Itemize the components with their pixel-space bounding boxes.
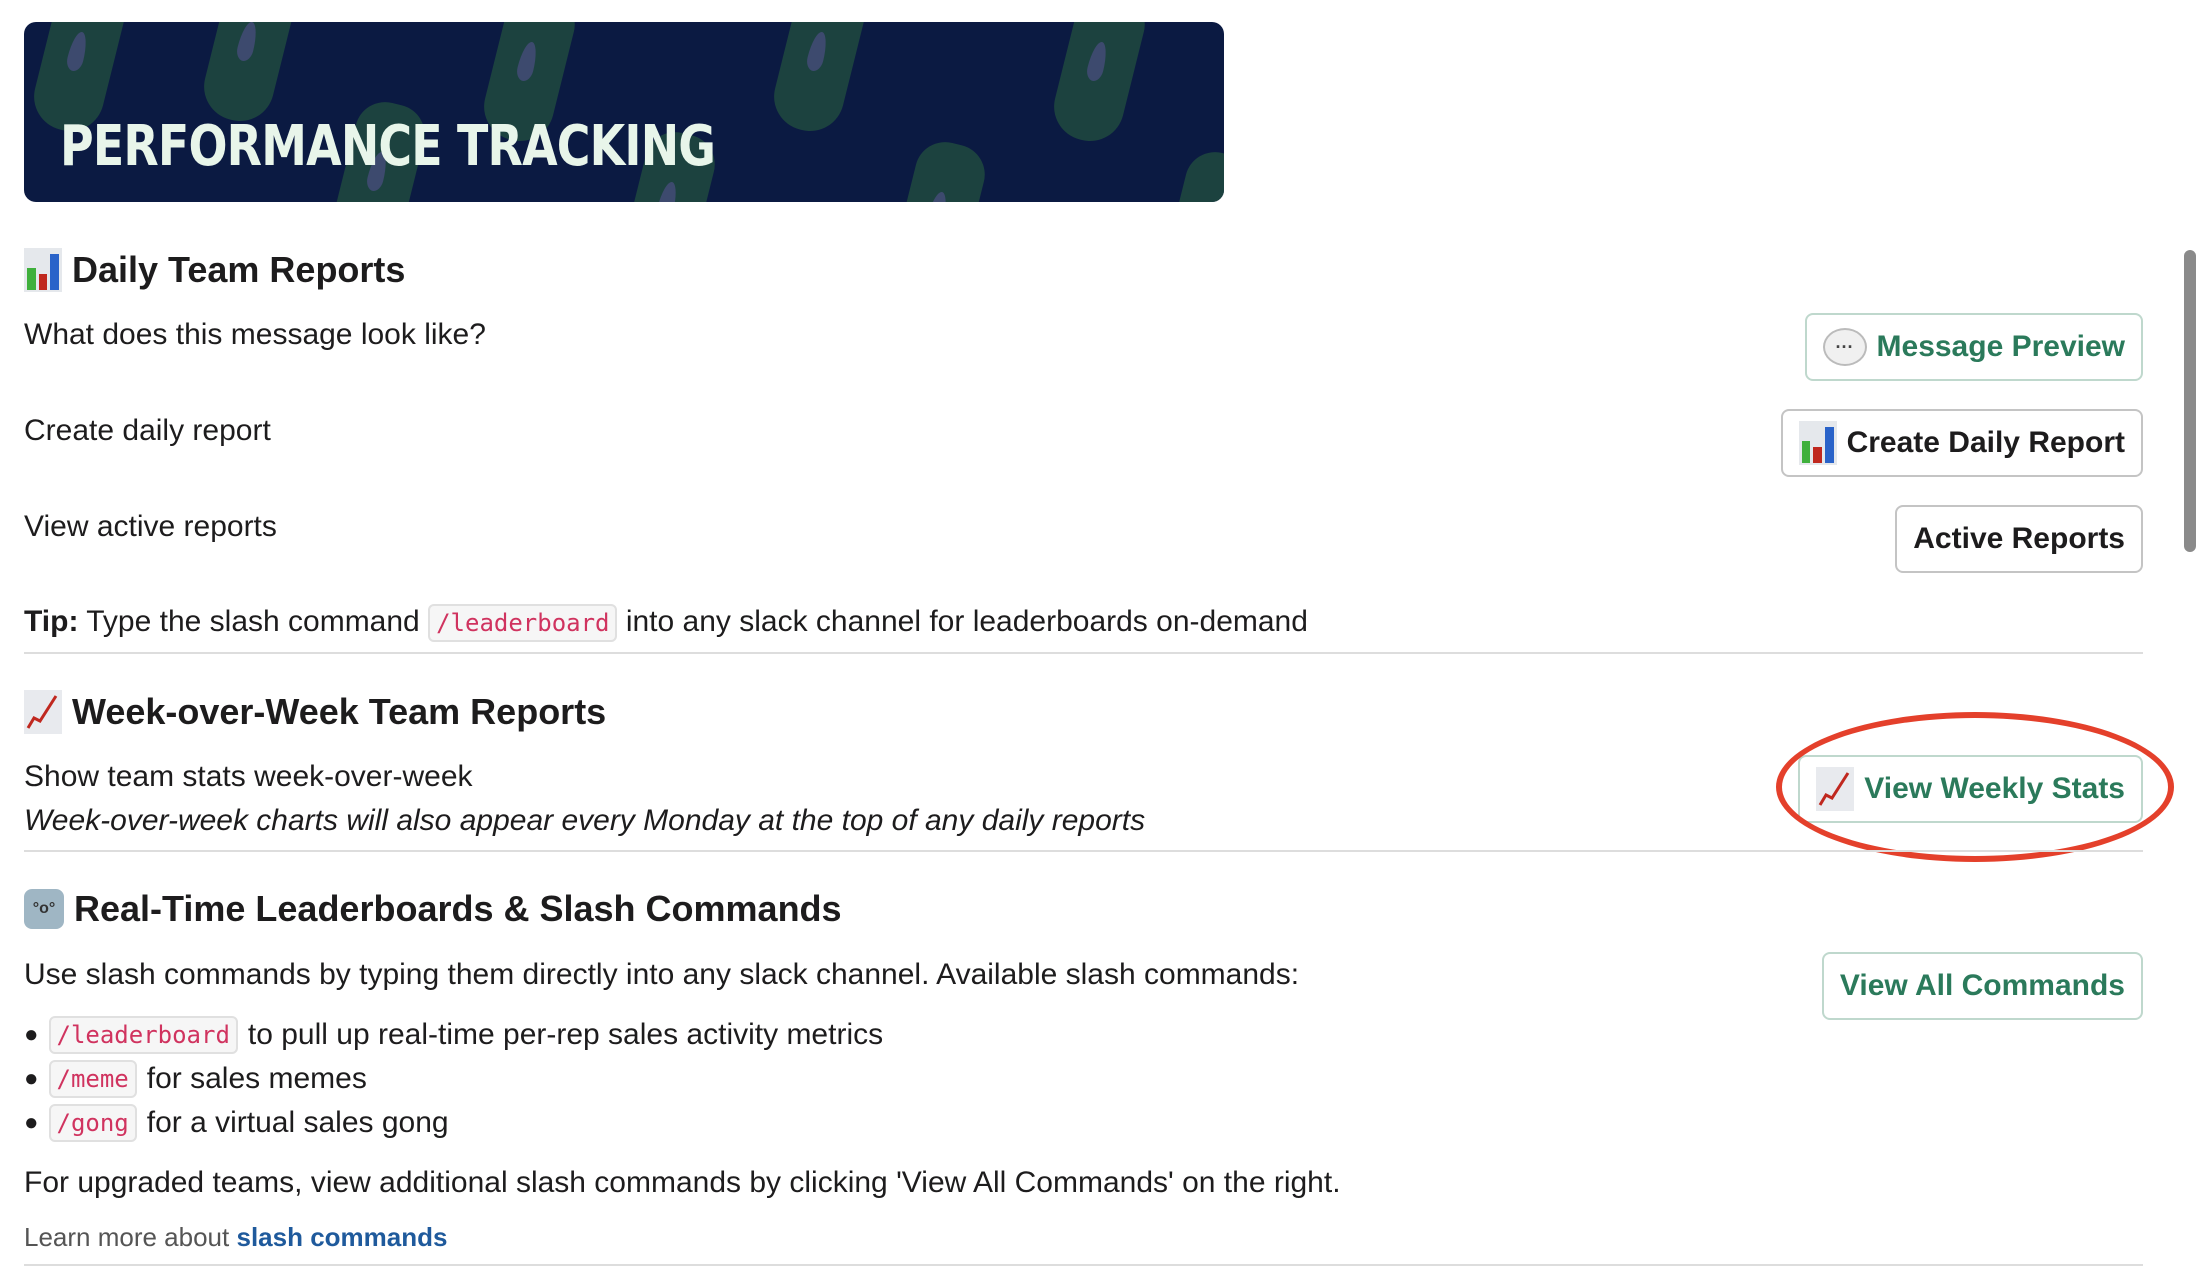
tip-text: Tip: Type the slash command /leaderboard… [24,604,1308,642]
create-daily-report-label: Create daily report [24,414,271,447]
speech-bubble-icon: ··· [1822,328,1867,366]
bar-chart-icon [1798,421,1837,465]
command-description: for sales memes [146,1062,367,1095]
scrollbar-thumb[interactable] [2184,250,2196,552]
commands-intro: Use slash commands by typing them direct… [24,958,1300,991]
robot-icon: °o° [24,889,64,929]
heading-text: Daily Team Reports [72,249,406,290]
rhino-pattern-icon [196,22,302,129]
weekly-note: Week-over-week charts will also appear e… [24,804,1146,837]
commands-footer: For upgraded teams, view additional slas… [24,1166,1341,1199]
command-code: /gong [48,1104,137,1142]
slash-commands-link[interactable]: slash commands [236,1222,447,1252]
button-label: View All Commands [1839,969,2125,1002]
rhino-pattern-icon [1046,22,1152,149]
heading-text: Real-Time Leaderboards & Slash Commands [74,888,842,929]
command-description: for a virtual sales gong [146,1106,449,1139]
leaderboard-command-code: /leaderboard [428,604,618,642]
create-daily-report-button[interactable]: Create Daily Report [1780,409,2143,477]
tip-after: into any slack channel for leaderboards … [625,605,1308,638]
commands-heading: °o° Real-Time Leaderboards & Slash Comma… [24,888,842,930]
button-label: Active Reports [1913,522,2125,555]
weekly-reports-heading: Week-over-Week Team Reports [24,690,606,734]
performance-tracking-banner: PERFORMANCE TRACKING [24,22,1224,202]
active-reports-label: View active reports [24,510,277,543]
bullet-icon: ● [24,1109,39,1136]
bullet-icon: ● [24,1065,39,1092]
rhino-pattern-icon [1156,145,1224,202]
chart-increasing-icon [1816,767,1855,811]
banner-title: PERFORMANCE TRACKING [60,114,716,179]
rhino-pattern-icon [886,135,992,202]
section-divider [24,850,2143,852]
button-label: Create Daily Report [1846,426,2125,459]
bullet-icon: ● [24,1021,39,1048]
message-preview-label: What does this message look like? [24,318,486,351]
heading-text: Week-over-Week Team Reports [72,691,607,732]
command-list-item: ● /gong for a virtual sales gong [24,1104,449,1142]
command-description: to pull up real-time per-rep sales activ… [247,1018,884,1051]
view-weekly-stats-button[interactable]: View Weekly Stats [1798,755,2143,823]
command-code: /leaderboard [48,1016,238,1054]
button-label: Message Preview [1876,330,2125,363]
rhino-pattern-icon [766,22,872,139]
section-divider [24,652,2143,654]
command-list-item: ● /meme for sales memes [24,1060,367,1098]
active-reports-button[interactable]: Active Reports [1895,505,2143,573]
daily-reports-heading: Daily Team Reports [24,248,405,292]
command-code: /meme [48,1060,137,1098]
tip-label: Tip: [24,605,79,638]
command-list-item: ● /leaderboard to pull up real-time per-… [24,1016,883,1054]
section-divider [24,1264,2143,1266]
chart-increasing-icon [24,690,62,734]
learn-more-text: Learn more about slash commands [24,1222,447,1253]
button-label: View Weekly Stats [1864,772,2125,805]
view-all-commands-button[interactable]: View All Commands [1821,952,2143,1020]
learn-more-label: Learn more about [24,1222,230,1252]
message-preview-button[interactable]: ··· Message Preview [1804,313,2143,381]
bar-chart-icon [24,248,62,292]
weekly-description: Show team stats week-over-week [24,760,473,793]
tip-before: Type the slash command [86,605,420,638]
